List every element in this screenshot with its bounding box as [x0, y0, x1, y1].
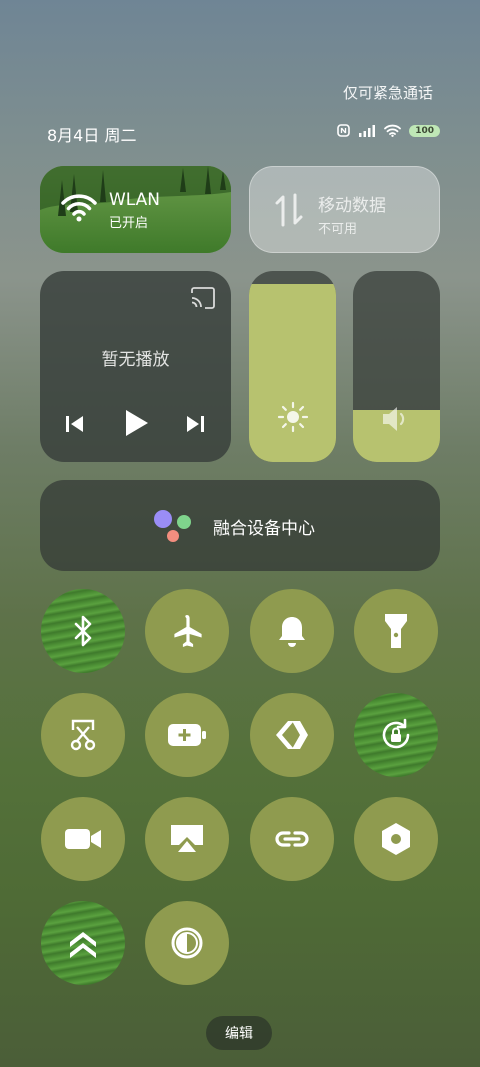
play-icon[interactable]: [122, 408, 150, 438]
speaker-icon: [383, 407, 405, 431]
wifi-small-icon: [384, 124, 402, 137]
mobile-data-text: 移动数据 不可用: [318, 191, 386, 237]
data-transfer-icon: [275, 193, 303, 227]
ringer-toggle[interactable]: [250, 589, 334, 673]
hexagon-icon: [382, 823, 410, 855]
bluetooth-toggle[interactable]: [41, 589, 125, 673]
brightness-slider[interactable]: [249, 271, 336, 462]
link-toggle[interactable]: [250, 797, 334, 881]
date-label: 8月4日 周二: [47, 126, 137, 145]
battery-indicator: 100: [409, 124, 440, 137]
device-center-label: 融合设备中心: [213, 519, 315, 539]
chevrons-up-icon: [70, 932, 96, 958]
mobile-data-tile[interactable]: 移动数据 不可用: [249, 166, 440, 253]
flashlight-toggle[interactable]: [354, 589, 438, 673]
contrast-icon: [171, 927, 203, 959]
performance-toggle[interactable]: [41, 901, 125, 985]
share-arrows-icon: [276, 721, 308, 749]
next-track-icon[interactable]: [184, 413, 206, 435]
rotation-lock-toggle[interactable]: [354, 693, 438, 777]
media-status: 暂无播放: [101, 350, 170, 370]
airplane-toggle[interactable]: [145, 589, 229, 673]
invert-colors-toggle[interactable]: [145, 901, 229, 985]
mobile-data-title: 移动数据: [318, 196, 386, 216]
brightness-fill: [249, 284, 336, 462]
wlan-text: WLAN 已开启: [109, 190, 160, 231]
nearby-share-toggle[interactable]: [250, 693, 334, 777]
bell-icon: [279, 617, 305, 647]
wifi-icon: [61, 194, 97, 222]
airplay-icon: [171, 825, 203, 852]
emergency-call-text: 仅可紧急通话: [342, 84, 433, 102]
rotation-lock-icon: [382, 718, 410, 749]
edit-button[interactable]: 编辑: [206, 1016, 272, 1050]
wlan-title: WLAN: [109, 190, 161, 210]
signal-icon: [359, 124, 376, 137]
status-bar-icons: 100: [337, 124, 440, 137]
nfc-icon: [337, 124, 351, 137]
wlan-subtitle: 已开启: [109, 216, 149, 231]
airplane-icon: [174, 615, 202, 647]
video-camera-icon: [65, 829, 101, 849]
media-player-tile[interactable]: 暂无播放: [40, 271, 231, 462]
flashlight-icon: [385, 614, 407, 648]
settings-toggle[interactable]: [354, 797, 438, 881]
volume-slider[interactable]: [353, 271, 440, 462]
previous-track-icon[interactable]: [64, 413, 86, 435]
battery-saver-toggle[interactable]: [145, 693, 229, 777]
battery-plus-icon: [168, 724, 206, 746]
bluetooth-icon: [74, 615, 92, 647]
screen-record-toggle[interactable]: [41, 797, 125, 881]
device-center-icon: [154, 510, 191, 542]
sun-icon: [277, 401, 309, 433]
cast-toggle[interactable]: [145, 797, 229, 881]
screenshot-toggle[interactable]: [41, 693, 125, 777]
link-icon: [275, 831, 309, 847]
cast-icon[interactable]: [190, 287, 216, 309]
device-center-tile[interactable]: 融合设备中心: [40, 480, 440, 571]
scissors-icon: [70, 719, 96, 751]
mobile-data-subtitle: 不可用: [318, 222, 358, 237]
wlan-tile[interactable]: WLAN 已开启: [40, 166, 231, 253]
